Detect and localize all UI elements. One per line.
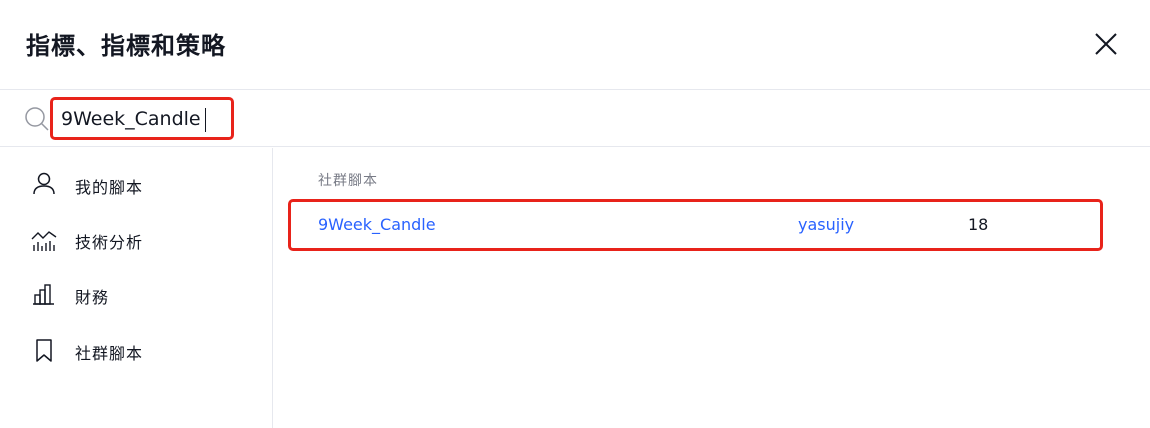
author-link[interactable]: yasujiy <box>798 215 854 234</box>
user-icon <box>33 172 55 195</box>
script-name-link[interactable]: 9Week_Candle <box>318 215 436 234</box>
dialog-header: 指標、指標和策略 <box>0 0 1150 90</box>
sidebar-item-technicals[interactable]: 技術分析 <box>0 219 272 259</box>
close-icon <box>1095 33 1117 55</box>
bookmark-icon <box>36 339 52 362</box>
search-icon <box>25 107 49 131</box>
section-label: 社群腳本 <box>318 173 378 189</box>
sidebar-item-label: 我的腳本 <box>75 178 144 197</box>
result-row[interactable]: 9Week_Candle yasujiy 18 <box>288 199 1103 251</box>
dialog-title: 指標、指標和策略 <box>26 32 226 60</box>
search-bar <box>0 90 1150 147</box>
search-input[interactable] <box>50 97 234 140</box>
results-panel: 社群腳本 9Week_Candle yasujiy 18 <box>273 148 1150 428</box>
sidebar-item-financials[interactable]: 財務 <box>0 274 272 314</box>
indicators-dialog: 指標、指標和策略 我的腳本 <box>0 0 1150 428</box>
text-caret <box>205 108 206 132</box>
sidebar-item-label: 財務 <box>75 288 110 307</box>
sidebar-item-label: 技術分析 <box>75 233 144 252</box>
sidebar: 我的腳本 技術分析 財務 社群腳本 <box>0 148 273 428</box>
close-button[interactable] <box>1090 28 1122 60</box>
likes-count: 18 <box>968 215 989 234</box>
sidebar-item-my-scripts[interactable]: 我的腳本 <box>0 164 272 204</box>
bar-chart-icon <box>33 284 54 305</box>
sidebar-item-label: 社群腳本 <box>75 344 144 363</box>
chart-icon <box>31 231 57 251</box>
sidebar-item-community-scripts[interactable]: 社群腳本 <box>0 330 272 370</box>
